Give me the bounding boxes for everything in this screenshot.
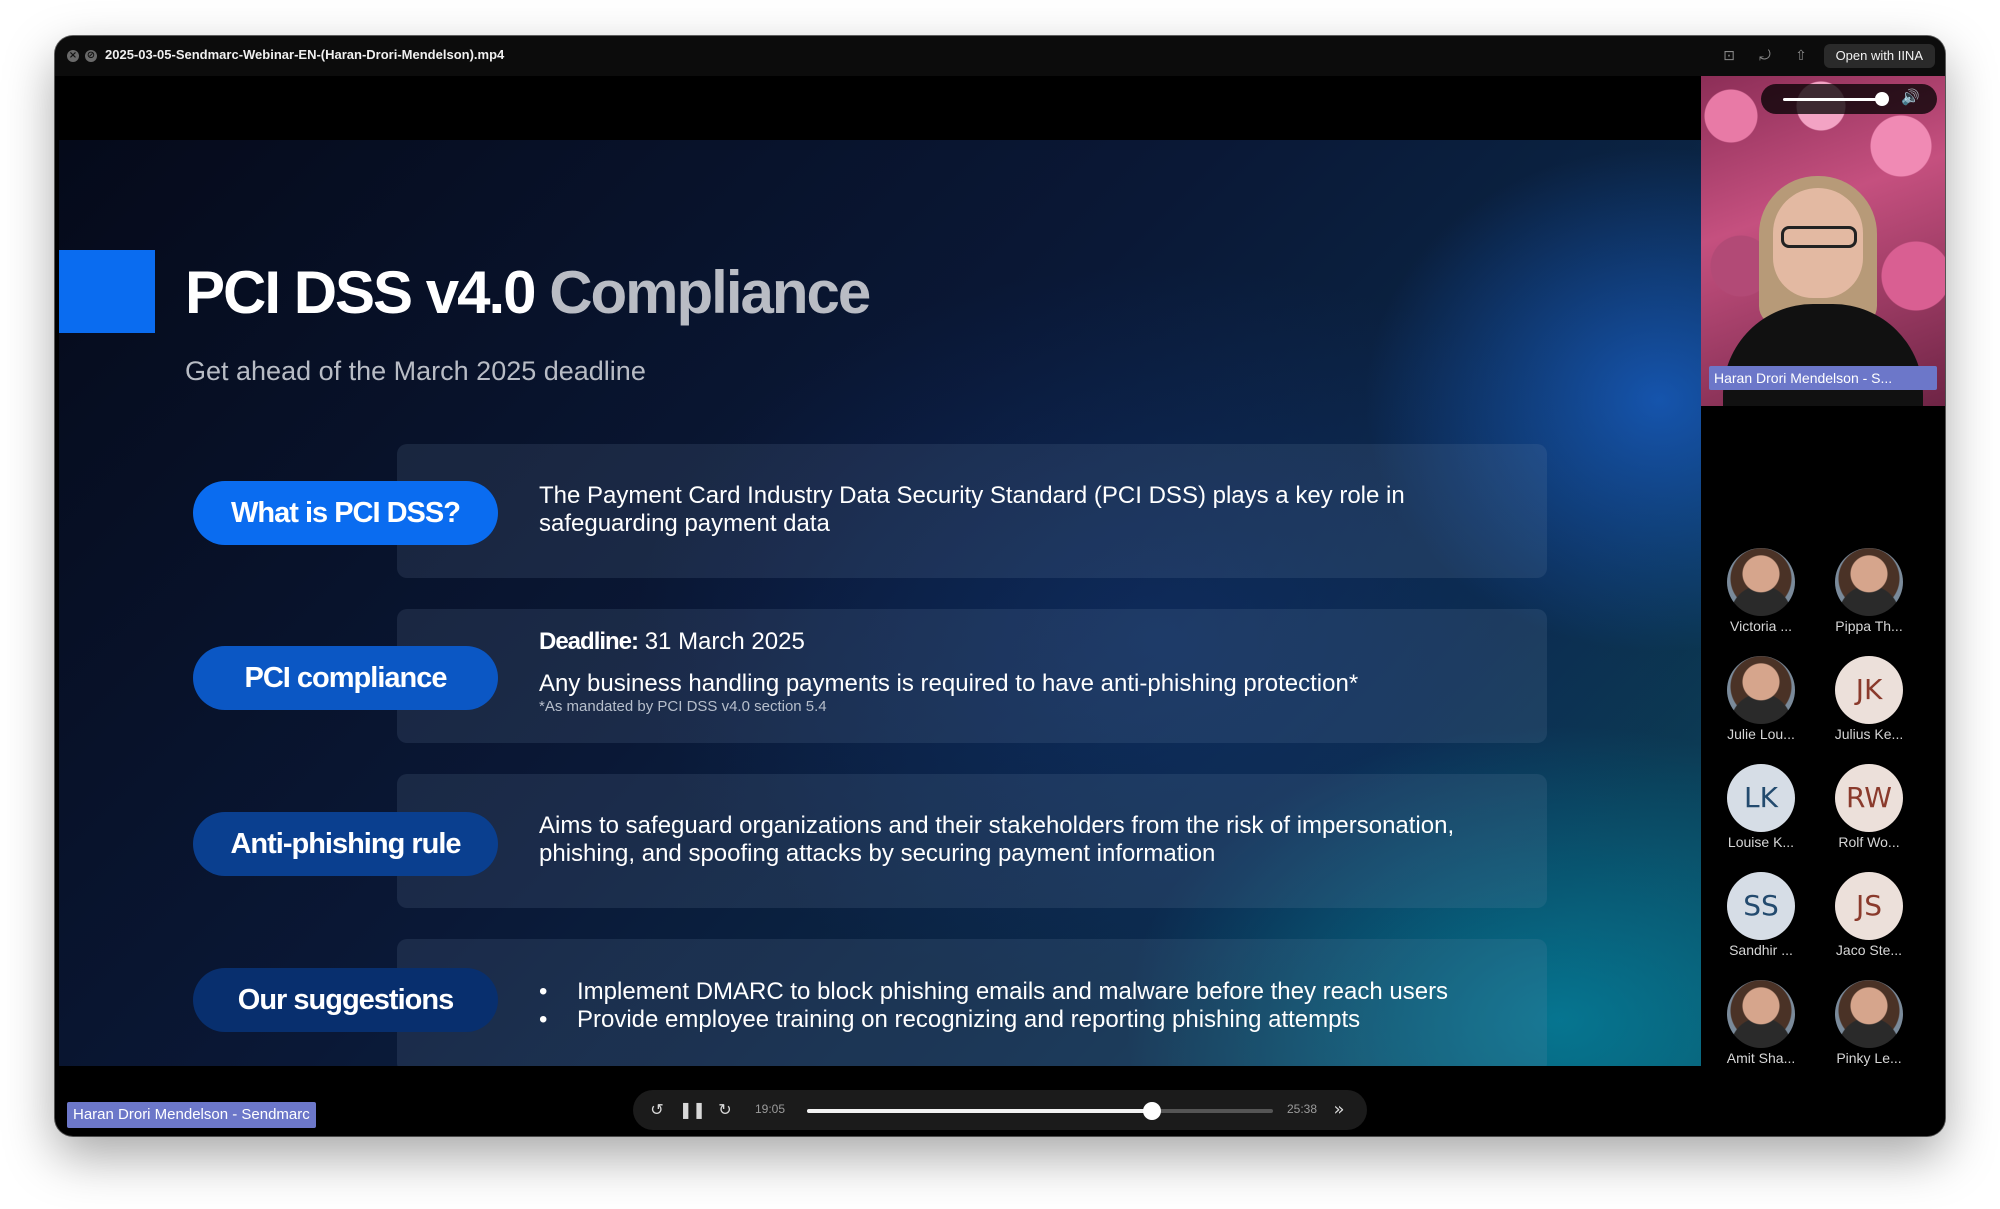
suggestions-list: Implement DMARC to block phishing emails… bbox=[539, 978, 1539, 1034]
slide-title: PCI DSS v4.0 Compliance bbox=[185, 258, 871, 327]
participant-tile[interactable]: Amit Sha... bbox=[1711, 980, 1811, 1066]
participant-tile[interactable]: Victoria ... bbox=[1711, 548, 1811, 634]
total-time: 25:38 bbox=[1287, 1102, 1318, 1116]
avatar bbox=[1835, 980, 1903, 1048]
participant-tile[interactable]: Julie Lou... bbox=[1711, 656, 1811, 742]
avatar: RW bbox=[1835, 764, 1903, 832]
participant-tile[interactable]: SS Sandhir ... bbox=[1711, 872, 1811, 958]
video-player-window: × ⊘ 2025-03-05-Sendmarc-Webinar-EN-(Hara… bbox=[55, 36, 1945, 1136]
progress-fill bbox=[807, 1109, 1152, 1113]
participant-tile[interactable]: Pinky Le... bbox=[1819, 980, 1919, 1066]
playback-controls: ↺ ❚❚ ↻ 19:05 25:38 » bbox=[633, 1090, 1367, 1130]
compliance-text: Any business handling payments is requir… bbox=[539, 670, 1359, 697]
volume-control[interactable]: 🔊 bbox=[1761, 84, 1937, 114]
presentation-slide: PCI DSS v4.0 Compliance Get ahead of the… bbox=[59, 140, 1701, 1066]
rotate-icon[interactable]: ⤾ bbox=[1755, 46, 1775, 66]
participant-name: Julius Ke... bbox=[1834, 726, 1904, 742]
avatar: JK bbox=[1835, 656, 1903, 724]
slide-letterbox bbox=[59, 76, 1701, 140]
participant-tile[interactable]: JK Julius Ke... bbox=[1819, 656, 1919, 742]
speaker-camera: 🔊 Haran Drori Mendelson - S... bbox=[1701, 76, 1945, 406]
progress-scrubber[interactable] bbox=[807, 1102, 1273, 1120]
deadline-label: Deadline: bbox=[539, 628, 639, 655]
avatar: SS bbox=[1727, 872, 1795, 940]
participant-tile[interactable]: LK Louise K... bbox=[1711, 764, 1811, 850]
speaker-body bbox=[1723, 304, 1923, 406]
participant-name: Jaco Ste... bbox=[1835, 942, 1903, 958]
participant-name: Rolf Wo... bbox=[1838, 834, 1900, 850]
participant-name: Pippa Th... bbox=[1835, 618, 1903, 634]
avatar bbox=[1727, 656, 1795, 724]
pause-icon[interactable]: ❚❚ bbox=[679, 1098, 706, 1122]
window-title: 2025-03-05-Sendmarc-Webinar-EN-(Haran-Dr… bbox=[105, 47, 505, 62]
participant-name: Pinky Le... bbox=[1836, 1050, 1902, 1066]
speaker-glasses bbox=[1781, 226, 1857, 248]
compliance-footnote: *As mandated by PCI DSS v4.0 section 5.4 bbox=[539, 698, 827, 715]
accent-square bbox=[59, 250, 155, 333]
list-item: Implement DMARC to block phishing emails… bbox=[539, 978, 1539, 1006]
speaker-volume-icon[interactable]: 🔊 bbox=[1901, 88, 1920, 106]
row-text-compliance: Deadline: 31 March 2025 Any business han… bbox=[539, 628, 1539, 716]
slide-subtitle: Get ahead of the March 2025 deadline bbox=[185, 356, 646, 386]
fast-forward-icon[interactable]: » bbox=[1327, 1098, 1351, 1122]
avatar: LK bbox=[1727, 764, 1795, 832]
pill-what-is: What is PCI DSS? bbox=[193, 481, 498, 545]
fit-screen-icon[interactable]: ⊡ bbox=[1719, 46, 1739, 66]
open-with-button[interactable]: Open with IINA bbox=[1823, 44, 1935, 68]
participants-panel: 🔊 Haran Drori Mendelson - S... Victoria … bbox=[1701, 76, 1945, 1136]
participant-name: Victoria ... bbox=[1730, 618, 1792, 634]
avatar bbox=[1727, 548, 1795, 616]
volume-track[interactable] bbox=[1783, 98, 1883, 101]
close-icon[interactable]: × bbox=[67, 50, 79, 62]
participant-tile[interactable]: JS Jaco Ste... bbox=[1819, 872, 1919, 958]
camera-name-tag: Haran Drori Mendelson - S... bbox=[1709, 366, 1937, 390]
title-main: PCI DSS v4.0 bbox=[185, 259, 537, 326]
deadline-line: Deadline: 31 March 2025 bbox=[539, 628, 1539, 656]
deadline-value: 31 March 2025 bbox=[638, 628, 805, 655]
row-text-what-is: The Payment Card Industry Data Security … bbox=[539, 482, 1405, 537]
avatar bbox=[1727, 980, 1795, 1048]
participant-tile[interactable]: Pippa Th... bbox=[1819, 548, 1919, 634]
list-item: Provide employee training on recognizing… bbox=[539, 1006, 1539, 1034]
avatar: JS bbox=[1835, 872, 1903, 940]
share-icon[interactable]: ⇧ bbox=[1791, 46, 1811, 66]
participant-name: Sandhir ... bbox=[1729, 942, 1793, 958]
title-accent: Compliance bbox=[549, 259, 871, 326]
rewind-15-icon[interactable]: ↺ bbox=[645, 1098, 669, 1122]
progress-knob[interactable] bbox=[1142, 1102, 1161, 1120]
minimize-icon[interactable]: ⊘ bbox=[85, 50, 97, 62]
volume-knob[interactable] bbox=[1875, 92, 1889, 106]
pill-compliance: PCI compliance bbox=[193, 646, 498, 710]
title-bar: × ⊘ 2025-03-05-Sendmarc-Webinar-EN-(Hara… bbox=[55, 36, 1945, 76]
avatar bbox=[1835, 548, 1903, 616]
participant-name: Louise K... bbox=[1727, 834, 1795, 850]
pill-suggestions: Our suggestions bbox=[193, 968, 498, 1032]
speaker-name-tag: Haran Drori Mendelson - Sendmarc bbox=[67, 1102, 316, 1128]
pill-anti-phishing: Anti-phishing rule bbox=[193, 812, 498, 876]
forward-15-icon[interactable]: ↻ bbox=[713, 1098, 737, 1122]
participant-tile[interactable]: RW Rolf Wo... bbox=[1819, 764, 1919, 850]
current-time: 19:05 bbox=[755, 1102, 786, 1116]
row-text-anti-phishing: Aims to safeguard organizations and thei… bbox=[539, 812, 1455, 867]
participant-name: Julie Lou... bbox=[1727, 726, 1795, 742]
participant-name: Amit Sha... bbox=[1726, 1050, 1796, 1066]
